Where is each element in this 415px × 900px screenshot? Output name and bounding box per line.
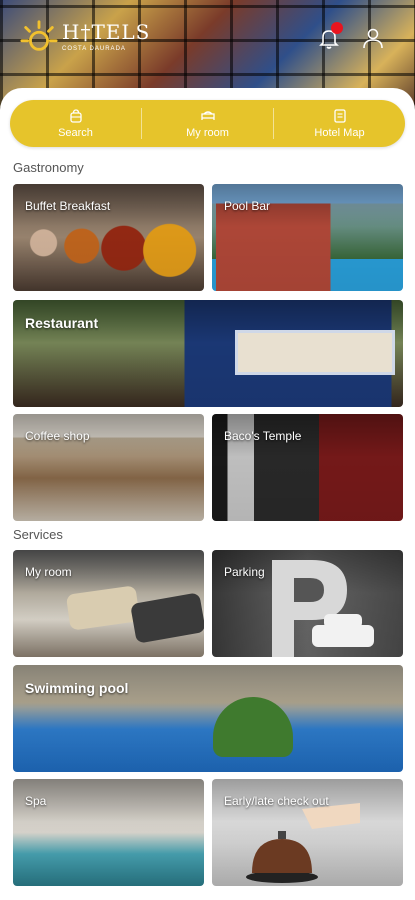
service-bell-icon (246, 803, 360, 883)
nav-search-button[interactable]: Search (10, 100, 141, 147)
tile-early-late-checkout[interactable]: Early/late check out (212, 779, 403, 886)
notification-button[interactable] (317, 22, 343, 50)
tile-label: Early/late check out (224, 794, 329, 808)
nav-my-room-label: My room (186, 127, 229, 139)
tile-buffet-breakfast[interactable]: Buffet Breakfast (13, 184, 204, 291)
notification-dot (331, 22, 343, 34)
logo-text: H†TELS (62, 20, 151, 44)
hotel-logo: H†TELS COSTA DAURADA (20, 18, 150, 56)
tile-label: Parking (224, 565, 265, 579)
nav-hotel-map-button[interactable]: Hotel Map (274, 100, 405, 147)
section-title-services: Services (13, 527, 63, 542)
nav-my-room-button[interactable]: My room (142, 100, 273, 147)
tile-label: Buffet Breakfast (25, 199, 111, 213)
tile-label: Pool Bar (224, 199, 271, 213)
nav-hotel-map-label: Hotel Map (314, 127, 365, 139)
quick-nav-bar: Search My room Hotel Map (10, 100, 405, 147)
tile-spa[interactable]: Spa (13, 779, 204, 886)
tile-label: My room (25, 565, 72, 579)
tile-pool-bar[interactable]: Pool Bar (212, 184, 403, 291)
tile-label: Baco's Temple (224, 429, 302, 443)
bed-icon (200, 111, 215, 120)
search-bag-icon (69, 109, 82, 123)
section-title-gastronomy: Gastronomy (13, 160, 84, 175)
sun-logo-icon (20, 20, 58, 51)
parking-sign-icon (272, 560, 374, 657)
tile-my-room[interactable]: My room (13, 550, 204, 657)
tile-label: Restaurant (25, 315, 99, 331)
profile-button[interactable] (361, 26, 385, 50)
tile-label: Swimming pool (25, 680, 129, 696)
tile-label: Spa (25, 794, 47, 808)
content-sheet: Search My room Hotel Map Gastronomy Buff… (0, 88, 415, 900)
tile-restaurant[interactable]: Restaurant (13, 300, 403, 407)
tile-coffee-shop[interactable]: Coffee shop (13, 414, 204, 521)
map-icon (333, 109, 346, 123)
tile-label: Coffee shop (25, 429, 90, 443)
nav-search-label: Search (58, 127, 93, 139)
food-truck-window (235, 330, 395, 375)
tile-bacos-temple[interactable]: Baco's Temple (212, 414, 403, 521)
user-icon (363, 28, 383, 49)
logo-subtitle: COSTA DAURADA (62, 46, 126, 52)
tile-swimming-pool[interactable]: Swimming pool (13, 665, 403, 772)
tile-parking[interactable]: Parking (212, 550, 403, 657)
